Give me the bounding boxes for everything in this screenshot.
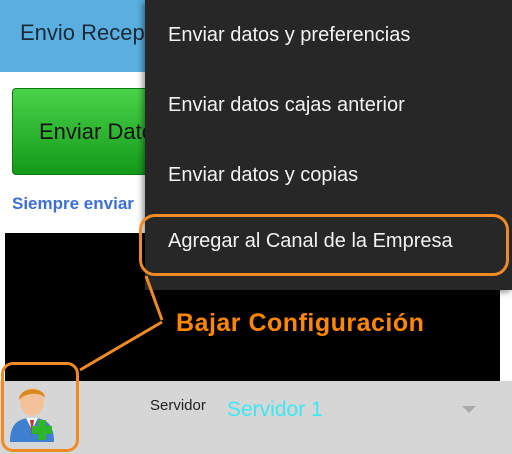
callout-connector (79, 275, 164, 372)
callout-label: Bajar Configuración (176, 309, 425, 337)
